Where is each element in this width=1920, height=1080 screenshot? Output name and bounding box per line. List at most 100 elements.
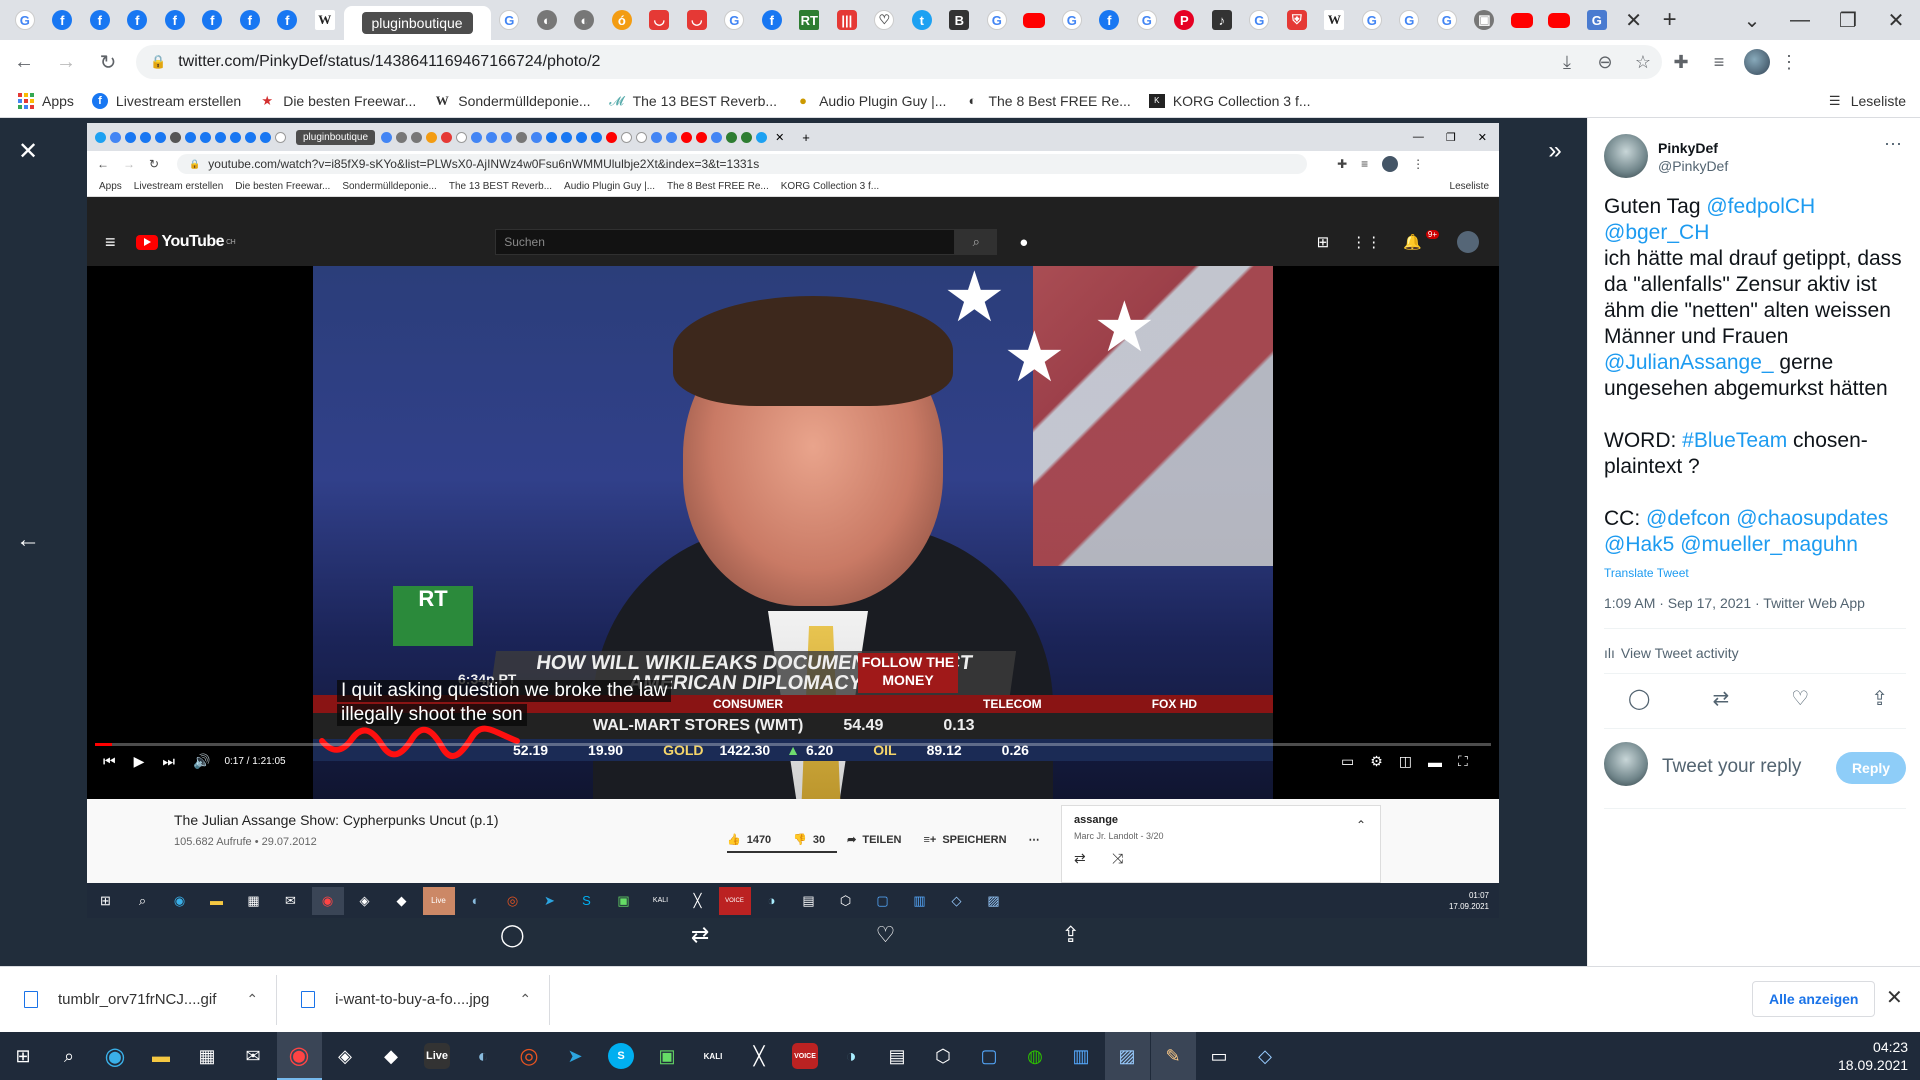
extensions-icon[interactable]: ✚ — [1662, 52, 1700, 73]
bookmark-livestream[interactable]: f Livestream erstellen — [91, 92, 241, 109]
tab-youtube[interactable] — [1541, 0, 1579, 40]
chevron-up-icon[interactable]: ⌃ — [519, 991, 531, 1008]
app-icon[interactable]: ▤ — [875, 1032, 920, 1080]
mention-link[interactable]: @Hak5 — [1604, 533, 1674, 556]
tab-red[interactable]: ◡ — [641, 0, 679, 40]
app-icon[interactable]: ◈ — [323, 1032, 368, 1080]
kali-icon[interactable]: KALI — [691, 1032, 736, 1080]
mention-link[interactable]: @chaosupdates — [1736, 507, 1888, 530]
app-icon[interactable]: ◐ — [461, 1032, 506, 1080]
back-arrow-icon[interactable]: ← — [6, 44, 42, 80]
address-bar[interactable]: 🔒 twitter.com/PinkyDef/status/1438641169… — [136, 45, 1662, 79]
share-icon[interactable]: ⇪ — [1062, 922, 1080, 962]
telegram-icon[interactable]: ➤ — [553, 1032, 598, 1080]
reply-icon[interactable]: ◯ — [500, 922, 525, 962]
tab-facebook[interactable]: f — [119, 0, 157, 40]
tab-facebook[interactable]: f — [156, 0, 194, 40]
tab-orange[interactable]: ó — [603, 0, 641, 40]
media-queue-icon[interactable]: ≡ — [1700, 52, 1738, 73]
like-icon[interactable]: ♡ — [876, 922, 896, 962]
chevron-up-icon[interactable]: ⌃ — [246, 991, 258, 1008]
author-handle[interactable]: @PinkyDef — [1658, 158, 1728, 174]
tweet-timestamp[interactable]: 1:09 AM · Sep 17, 2021 · Twitter Web App — [1604, 595, 1865, 611]
app-icon[interactable]: ◆ — [369, 1032, 414, 1080]
tab-facebook[interactable]: f — [81, 0, 119, 40]
tab-google[interactable]: G — [1428, 0, 1466, 40]
bookmark-sondermuell[interactable]: W Sondermülldeponie... — [434, 93, 591, 109]
edge-icon[interactable]: ◉ — [93, 1032, 138, 1080]
new-tab-icon[interactable]: + — [1652, 6, 1688, 34]
author-name[interactable]: PinkyDef — [1658, 140, 1718, 156]
mention-link[interactable]: @fedpolCH — [1706, 195, 1815, 218]
show-all-downloads-button[interactable]: Alle anzeigen — [1752, 981, 1876, 1017]
skype-icon[interactable]: S — [599, 1032, 644, 1080]
bookmark-freeware[interactable]: ★ Die besten Freewar... — [259, 93, 416, 109]
bookmark-apps[interactable]: Apps — [18, 92, 74, 109]
zoom-icon[interactable]: ⊖ — [1586, 52, 1624, 73]
close-tab-icon[interactable]: ✕ — [1616, 8, 1652, 33]
search-icon[interactable]: ⌕ — [47, 1032, 92, 1080]
tab-pinterest[interactable]: P — [1166, 0, 1204, 40]
bookmark-korg[interactable]: K KORG Collection 3 f... — [1148, 93, 1311, 109]
retweet-icon[interactable]: ⇄ — [691, 922, 709, 962]
download-item[interactable]: tumblr_orv71frNCJ....gif ⌃ — [0, 974, 278, 1025]
tab-b[interactable]: B — [941, 0, 979, 40]
app-icon[interactable]: ◑ — [829, 1032, 874, 1080]
mention-link[interactable]: @JulianAssange_ — [1604, 351, 1774, 374]
mention-link[interactable]: @defcon — [1646, 507, 1730, 530]
download-item[interactable]: i-want-to-buy-a-fo....jpg ⌃ — [277, 974, 551, 1025]
file-explorer-icon[interactable]: ▬ — [139, 1032, 184, 1080]
terminal-icon[interactable]: ▭ — [1197, 1032, 1242, 1080]
previous-arrow-icon[interactable]: ← — [8, 520, 48, 560]
app-icon[interactable]: ▥ — [1059, 1032, 1104, 1080]
tab-google[interactable]: G — [6, 0, 44, 40]
tab-facebook[interactable]: f — [44, 0, 82, 40]
mention-link[interactable]: @mueller_maguhn — [1680, 533, 1858, 556]
tab-search-icon[interactable]: ⌄ — [1728, 8, 1776, 33]
reply-input[interactable]: Tweet your reply — [1662, 756, 1801, 778]
tab-barcode[interactable]: ||| — [828, 0, 866, 40]
tab-red[interactable]: ◡ — [678, 0, 716, 40]
voicemeeter-icon[interactable]: VOICE — [783, 1032, 828, 1080]
reply-button[interactable]: Reply — [1836, 752, 1906, 784]
tab-facebook[interactable]: f — [753, 0, 791, 40]
view-tweet-activity[interactable]: ılı View Tweet activity — [1604, 645, 1739, 661]
install-icon[interactable]: ⤓ — [1548, 52, 1586, 73]
tab-image[interactable]: ▣ — [1466, 0, 1504, 40]
tab-wikipedia[interactable]: W — [1316, 0, 1354, 40]
tab-facebook[interactable]: f — [269, 0, 307, 40]
tab-pluginboutique[interactable]: pluginboutique — [343, 6, 491, 40]
close-icon[interactable]: ✕ — [8, 131, 48, 171]
app-icon[interactable]: ▨ — [1104, 1032, 1150, 1080]
retweet-icon[interactable]: ⇄ — [1712, 686, 1729, 711]
menu-dots-icon[interactable]: ⋮ — [1770, 52, 1808, 73]
tab-shield[interactable]: ⛨ — [1278, 0, 1316, 40]
tab-google[interactable]: G — [1241, 0, 1279, 40]
share-icon[interactable]: ⇪ — [1871, 686, 1888, 711]
bookmark-star-icon[interactable]: ☆ — [1624, 52, 1662, 73]
app-icon[interactable]: ▣ — [645, 1032, 690, 1080]
tab-google[interactable]: G — [491, 0, 529, 40]
tab-rt[interactable]: RT — [791, 0, 829, 40]
tab-facebook[interactable]: f — [194, 0, 232, 40]
profile-avatar[interactable] — [1744, 49, 1770, 75]
close-window-icon[interactable]: ✕ — [1872, 8, 1920, 33]
maximize-icon[interactable]: ❐ — [1824, 8, 1872, 33]
tab-google[interactable]: G — [716, 0, 754, 40]
author-avatar[interactable] — [1604, 134, 1648, 178]
reading-list[interactable]: ☰ Leseliste — [1827, 93, 1906, 109]
cube-icon[interactable]: ⬡ — [921, 1032, 966, 1080]
collapse-panel-icon[interactable]: » — [1535, 131, 1575, 171]
notepad-icon[interactable]: ✎ — [1150, 1032, 1196, 1080]
bookmark-best-free[interactable]: ◐ The 8 Best FREE Re... — [964, 93, 1131, 109]
forward-arrow-icon[interactable]: → — [48, 44, 84, 80]
tab-google[interactable]: G — [1353, 0, 1391, 40]
tab-google[interactable]: G — [1391, 0, 1429, 40]
reply-icon[interactable]: ◯ — [1628, 686, 1650, 711]
store-icon[interactable]: ▦ — [185, 1032, 230, 1080]
like-icon[interactable]: ♡ — [1791, 686, 1809, 711]
tab-google[interactable]: G — [978, 0, 1016, 40]
hashtag-link[interactable]: #BlueTeam — [1682, 429, 1787, 452]
tab-heart[interactable]: ♡ — [866, 0, 904, 40]
minimize-icon[interactable]: — — [1776, 9, 1824, 32]
